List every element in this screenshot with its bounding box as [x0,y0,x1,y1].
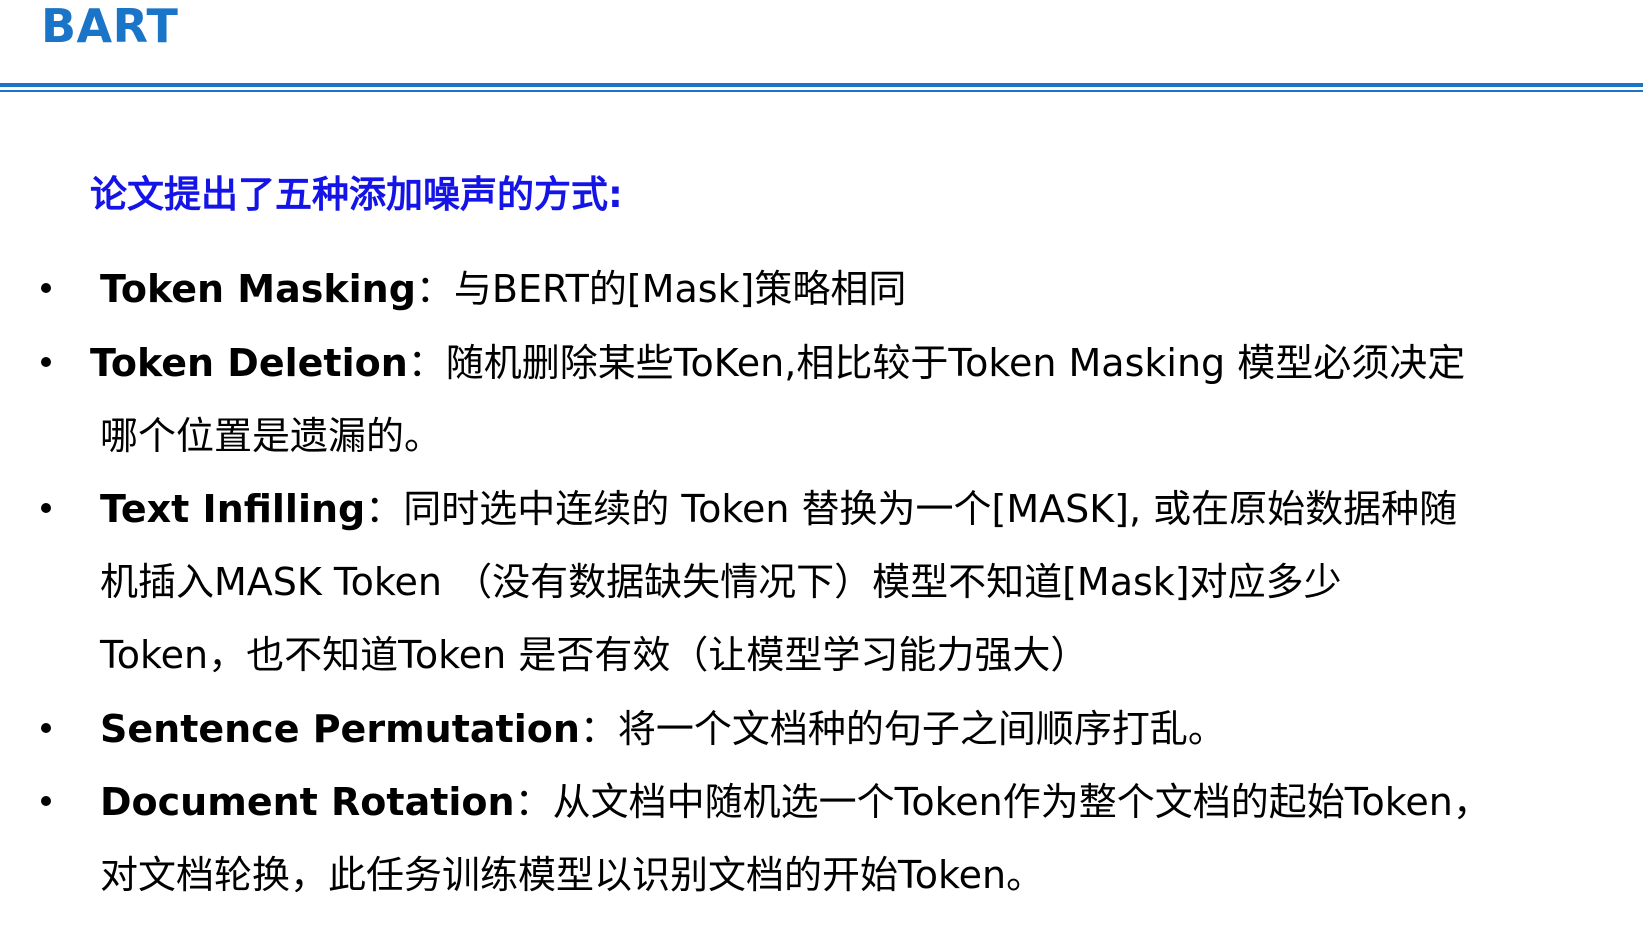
bullet-dot-icon [41,503,51,513]
list-item-continuation: 对文档轮换，此任务训练模型以识别文档的开始Token。 [100,853,1045,897]
list-item-continuation: 机插入MASK Token （没有数据缺失情况下）模型不知道[Mask]对应多少 [100,560,1342,604]
list-item-continuation: 哪个位置是遗漏的。 [100,414,443,458]
item-term: Document Rotation [100,780,515,824]
item-description: ：将一个文档种的句子之间顺序打乱。 [579,707,1226,751]
bullet-dot-icon [41,796,51,806]
slide-title: BART [41,0,179,53]
item-term: Token Deletion [90,341,408,385]
slide-subtitle: 论文提出了五种添加噪声的方式: [90,173,623,216]
item-description: ：同时选中连续的 Token 替换为一个[MASK], 或在原始数据种随 [365,487,1458,531]
bullet-dot-icon [41,723,51,733]
header-rule-thin [0,90,1643,92]
list-item-line: Sentence Permutation：将一个文档种的句子之间顺序打乱。 [100,706,1226,752]
item-description: ：随机删除某些ToKen,相比较于Token Masking 模型必须决定 [407,341,1466,385]
list-item-line: Text Infilling：同时选中连续的 Token 替换为一个[MASK]… [100,486,1457,532]
bullet-dot-icon [41,283,51,293]
list-item-line: Token Masking：与BERT的[Mask]策略相同 [100,266,906,312]
item-description: ：从文档中随机选一个Token作为整个文档的起始Token， [514,780,1491,824]
bullet-dot-icon [41,357,51,367]
header-rule-thick [0,83,1643,87]
item-term: Sentence Permutation [100,707,580,751]
list-item-continuation: Token，也不知道Token 是否有效（让模型学习能力强大） [100,633,1089,677]
list-item-line: Token Deletion：随机删除某些ToKen,相比较于Token Mas… [90,340,1465,386]
list-item-line: Document Rotation：从文档中随机选一个Token作为整个文档的起… [100,779,1491,825]
item-term: Text Infilling [100,487,366,531]
item-description: ：与BERT的[Mask]策略相同 [415,267,907,311]
item-term: Token Masking [100,267,416,311]
